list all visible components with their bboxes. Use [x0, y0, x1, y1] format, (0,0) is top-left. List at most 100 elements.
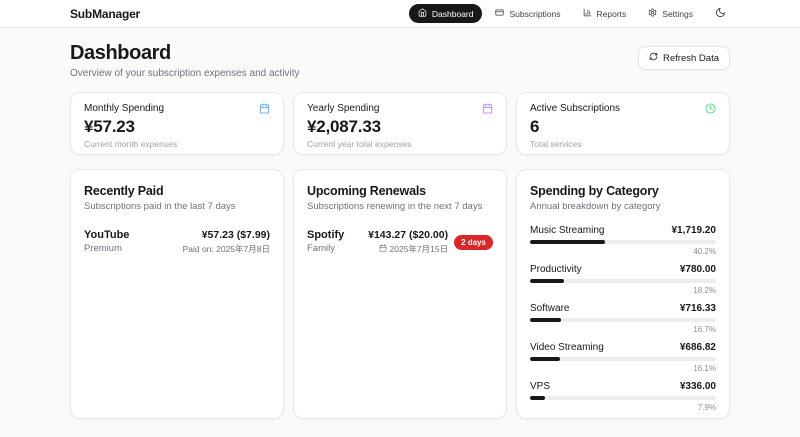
stat-caption: Current year total expenses [307, 139, 493, 149]
main-content: Dashboard Overview of your subscription … [70, 42, 730, 419]
upcoming-renewals-panel: Upcoming Renewals Subscriptions renewing… [293, 169, 507, 419]
days-remaining-badge: 2 days [454, 235, 493, 250]
category-name: Software [530, 303, 569, 314]
credit-card-icon [495, 8, 504, 19]
nav-item-settings[interactable]: Settings [639, 4, 702, 23]
category-row: VPS ¥336.00 7.9% [530, 381, 716, 412]
stat-card-yearly-spending: Yearly Spending ¥2,087.33 Current year t… [293, 92, 507, 155]
moon-icon [715, 6, 726, 21]
category-row: Software ¥716.33 16.7% [530, 303, 716, 334]
category-name: VPS [530, 381, 550, 392]
category-name: Music Streaming [530, 225, 604, 236]
calendar-icon [379, 244, 387, 254]
subscription-amount: ¥143.27 ($20.00) [368, 229, 448, 241]
category-progress-bar [530, 279, 716, 283]
category-row: Productivity ¥780.00 18.2% [530, 264, 716, 295]
home-icon [418, 8, 427, 19]
page-title: Dashboard [70, 42, 300, 65]
category-progress-bar [530, 396, 716, 400]
stat-caption: Total services [530, 139, 716, 149]
stat-caption: Current month expenses [84, 139, 270, 149]
stat-label: Monthly Spending [84, 103, 164, 114]
renewal-date-row: 2025年7月15日 [368, 243, 448, 255]
renewal-subscription-row[interactable]: Spotify Family ¥143.27 ($20.00) 2025年7月1… [307, 229, 493, 255]
category-row: Video Streaming ¥686.82 16.1% [530, 342, 716, 373]
panels-row: Recently Paid Subscriptions paid in the … [70, 169, 730, 419]
theme-toggle-button[interactable] [710, 4, 730, 24]
stat-value: 6 [530, 117, 716, 137]
category-progress-fill [530, 279, 564, 283]
subscription-amount-block: ¥57.23 ($7.99) Paid on: 2025年7月8日 [183, 229, 270, 255]
calendar-icon [259, 103, 270, 114]
category-name: Productivity [530, 264, 582, 275]
clock-icon [705, 103, 716, 114]
refresh-data-button[interactable]: Refresh Data [638, 46, 730, 70]
panel-title: Upcoming Renewals [307, 184, 493, 198]
refresh-icon [649, 52, 658, 64]
stat-card-active-subscriptions: Active Subscriptions 6 Total services [516, 92, 730, 155]
category-row: Music Streaming ¥1,719.20 40.2% [530, 225, 716, 256]
renewal-date: 2025年7月15日 [390, 243, 449, 255]
nav-item-dashboard[interactable]: Dashboard [409, 4, 483, 23]
subscription-amount: ¥57.23 ($7.99) [183, 229, 270, 241]
category-progress-bar [530, 318, 716, 322]
category-amount: ¥336.00 [680, 381, 716, 392]
stat-label: Active Subscriptions [530, 103, 620, 114]
spending-by-category-panel: Spending by Category Annual breakdown by… [516, 169, 730, 419]
category-percent: 16.7% [530, 325, 716, 334]
category-amount: ¥686.82 [680, 342, 716, 353]
panel-subtitle: Subscriptions paid in the last 7 days [84, 201, 270, 212]
stat-label: Yearly Spending [307, 103, 379, 114]
category-percent: 18.2% [530, 286, 716, 295]
category-progress-fill [530, 240, 605, 244]
gear-icon [648, 8, 657, 19]
category-progress-bar [530, 240, 716, 244]
paid-on-date: Paid on: 2025年7月8日 [183, 243, 270, 255]
refresh-button-label: Refresh Data [663, 53, 719, 64]
category-percent: 7.9% [530, 403, 716, 412]
calendar-icon [482, 103, 493, 114]
subscription-name: Spotify [307, 229, 344, 241]
nav-label: Dashboard [432, 9, 474, 19]
category-progress-fill [530, 318, 561, 322]
subscription-plan: Premium [84, 243, 129, 254]
panel-title: Spending by Category [530, 184, 716, 198]
category-percent: 40.2% [530, 247, 716, 256]
renewal-right-block: ¥143.27 ($20.00) 2025年7月15日 2 days [368, 229, 493, 255]
stat-card-monthly-spending: Monthly Spending ¥57.23 Current month ex… [70, 92, 284, 155]
bar-chart-icon [583, 8, 592, 19]
nav-label: Settings [662, 9, 693, 19]
recently-paid-panel: Recently Paid Subscriptions paid in the … [70, 169, 284, 419]
top-nav-bar: SubManager Dashboard Subscriptions [0, 0, 800, 28]
panel-title: Recently Paid [84, 184, 270, 198]
nav-item-reports[interactable]: Reports [574, 4, 636, 23]
main-nav: Dashboard Subscriptions Reports [409, 4, 730, 24]
stat-value: ¥57.23 [84, 117, 270, 137]
brand-logo[interactable]: SubManager [70, 7, 140, 21]
page-subtitle: Overview of your subscription expenses a… [70, 68, 300, 79]
category-amount: ¥1,719.20 [672, 225, 717, 236]
category-amount: ¥716.33 [680, 303, 716, 314]
stat-value: ¥2,087.33 [307, 117, 493, 137]
category-progress-fill [530, 396, 545, 400]
stats-row: Monthly Spending ¥57.23 Current month ex… [70, 92, 730, 155]
panel-subtitle: Subscriptions renewing in the next 7 day… [307, 201, 493, 212]
category-percent: 16.1% [530, 364, 716, 373]
page-header-text: Dashboard Overview of your subscription … [70, 42, 300, 79]
panel-subtitle: Annual breakdown by category [530, 201, 716, 212]
category-list: Music Streaming ¥1,719.20 40.2% Producti… [530, 225, 716, 419]
category-progress-bar [530, 357, 716, 361]
paid-subscription-row[interactable]: YouTube Premium ¥57.23 ($7.99) Paid on: … [84, 229, 270, 255]
category-name: Video Streaming [530, 342, 604, 353]
subscription-info: YouTube Premium [84, 229, 129, 254]
subscription-name: YouTube [84, 229, 129, 241]
category-amount: ¥780.00 [680, 264, 716, 275]
nav-label: Subscriptions [509, 9, 560, 19]
page-header: Dashboard Overview of your subscription … [70, 42, 730, 79]
category-progress-fill [530, 357, 560, 361]
subscription-plan: Family [307, 243, 344, 254]
subscription-info: Spotify Family [307, 229, 344, 254]
nav-label: Reports [597, 9, 627, 19]
app-root: SubManager Dashboard Subscriptions [0, 0, 800, 419]
nav-item-subscriptions[interactable]: Subscriptions [486, 4, 569, 23]
